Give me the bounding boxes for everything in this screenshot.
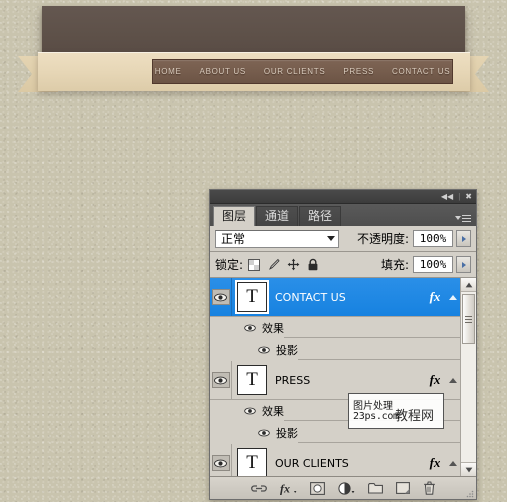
eye-icon [258, 346, 270, 353]
layer-visibility-toggle[interactable] [210, 361, 232, 399]
blend-mode-select[interactable]: 正常 [215, 229, 339, 248]
layers-scrollbar[interactable] [460, 278, 476, 476]
lock-row: 锁定: 填充: 100% [210, 252, 476, 278]
layer-name: OUR CLIENTS [275, 456, 349, 470]
brush-lock-icon[interactable] [267, 258, 280, 271]
watermark-site-name: 教程网 [395, 409, 435, 424]
svg-text:fx: fx [280, 482, 290, 495]
blend-mode-value: 正常 [221, 232, 246, 246]
eye-icon [214, 376, 227, 384]
scrollbar-thumb[interactable] [462, 294, 475, 344]
close-icon[interactable]: ✖ [465, 192, 472, 201]
watermark-overlay: 图片处理 23ps.com 教程网 [348, 393, 444, 429]
effect-visibility-toggle[interactable] [258, 429, 270, 437]
layer-name: PRESS [275, 373, 311, 387]
effect-label: 投影 [276, 343, 298, 357]
layer-thumbnail-cell[interactable]: T [232, 365, 272, 395]
effect-visibility-toggle[interactable] [244, 324, 256, 332]
new-group-icon[interactable] [367, 482, 383, 494]
link-layers-icon[interactable] [250, 483, 267, 494]
lock-icon-group [248, 258, 319, 271]
layer-style-fx-icon[interactable]: fx [424, 289, 446, 305]
panel-menu-icon[interactable] [455, 214, 471, 222]
layer-style-fx-icon[interactable]: fx [280, 482, 297, 495]
delete-layer-icon[interactable] [423, 481, 436, 495]
eye-icon [214, 459, 227, 467]
layer-style-fx-icon[interactable]: fx [424, 455, 446, 471]
layers-list: T CONTACT US fx 效果 投影 T PRESS fx 效果 投影 T… [210, 278, 460, 476]
eye-icon [258, 429, 270, 436]
layer-mask-icon[interactable] [309, 481, 325, 495]
eye-icon [244, 407, 256, 414]
table-row[interactable]: T OUR CLIENTS fx [210, 444, 460, 476]
eye-icon [244, 324, 256, 331]
chevron-down-icon [327, 236, 335, 241]
nav-item-about-us[interactable]: ABOUT US [191, 67, 255, 76]
expand-effects-toggle[interactable] [446, 294, 460, 300]
effect-visibility-toggle[interactable] [244, 407, 256, 415]
effect-label: 投影 [276, 426, 298, 440]
opacity-input[interactable]: 100% [413, 230, 453, 247]
fill-label: 填充: [380, 258, 409, 272]
nav-item-press[interactable]: PRESS [334, 67, 383, 76]
blend-mode-row: 正常 不透明度: 100% [210, 226, 476, 252]
fill-slider-button[interactable] [456, 256, 471, 273]
text-layer-thumbnail: T [237, 365, 267, 395]
tab-layers[interactable]: 图层 [213, 206, 256, 226]
watermark-line-2: 23ps.com [353, 411, 399, 422]
navigation-bar: HOME ABOUT US OUR CLIENTS PRESS CONTACT … [152, 59, 453, 84]
scroll-up-arrow-icon[interactable] [461, 278, 476, 292]
list-item[interactable]: 投影 [210, 339, 460, 361]
lock-label: 锁定: [215, 258, 244, 272]
effect-visibility-toggle[interactable] [258, 346, 270, 354]
panel-resize-grip[interactable] [466, 489, 474, 498]
titlebar-separator: | [458, 192, 461, 201]
text-layer-thumbnail: T [237, 448, 267, 476]
tab-channels[interactable]: 通道 [256, 206, 299, 226]
fill-input[interactable]: 100% [413, 256, 453, 273]
nav-item-home[interactable]: HOME [146, 67, 191, 76]
text-layer-thumbnail: T [235, 280, 269, 314]
layer-style-fx-icon[interactable]: fx [424, 372, 446, 388]
opacity-slider-button[interactable] [456, 230, 471, 247]
panel-titlebar: ◀◀ | ✖ [210, 190, 476, 204]
layer-thumbnail-cell[interactable]: T [232, 448, 272, 476]
expand-effects-toggle[interactable] [446, 460, 460, 466]
layer-thumbnail-cell[interactable]: T [232, 280, 272, 314]
eye-icon [214, 293, 227, 301]
new-layer-icon[interactable] [395, 482, 410, 494]
effect-label: 效果 [262, 404, 284, 418]
opacity-label: 不透明度: [356, 232, 409, 246]
tab-paths[interactable]: 路径 [299, 206, 342, 226]
collapse-to-icons-icon[interactable]: ◀◀ [441, 192, 453, 201]
banner-dark-body [42, 6, 465, 58]
nav-item-contact-us[interactable]: CONTACT US [383, 67, 459, 76]
layers-list-area: T CONTACT US fx 效果 投影 T PRESS fx 效果 投影 T… [210, 278, 476, 476]
table-row[interactable]: T CONTACT US fx [210, 278, 460, 317]
watermark-line-1: 图片处理 [353, 401, 393, 412]
layer-visibility-toggle[interactable] [210, 444, 232, 476]
website-banner-mockup: HOME ABOUT US OUR CLIENTS PRESS CONTACT … [0, 0, 507, 115]
layer-name: CONTACT US [275, 290, 346, 304]
move-lock-icon[interactable] [287, 258, 300, 271]
scroll-down-arrow-icon[interactable] [461, 462, 476, 476]
layer-visibility-toggle[interactable] [210, 278, 232, 316]
adjustment-layer-icon[interactable] [337, 481, 355, 495]
layers-panel-toolbar: fx [210, 476, 476, 499]
chevron-down-icon [455, 216, 461, 221]
all-lock-icon[interactable] [307, 258, 319, 271]
panel-tab-strip: 图层 通道 路径 [210, 204, 476, 226]
transparency-lock-icon[interactable] [248, 258, 261, 271]
nav-item-our-clients[interactable]: OUR CLIENTS [255, 67, 335, 76]
effect-label: 效果 [262, 321, 284, 335]
expand-effects-toggle[interactable] [446, 377, 460, 383]
photoshop-layers-panel: ◀◀ | ✖ 图层 通道 路径 正常 不透明度: 100% 锁定: 填充: 10… [209, 189, 477, 500]
list-item[interactable]: 效果 [210, 317, 460, 339]
hamburger-lines-icon [462, 214, 471, 222]
